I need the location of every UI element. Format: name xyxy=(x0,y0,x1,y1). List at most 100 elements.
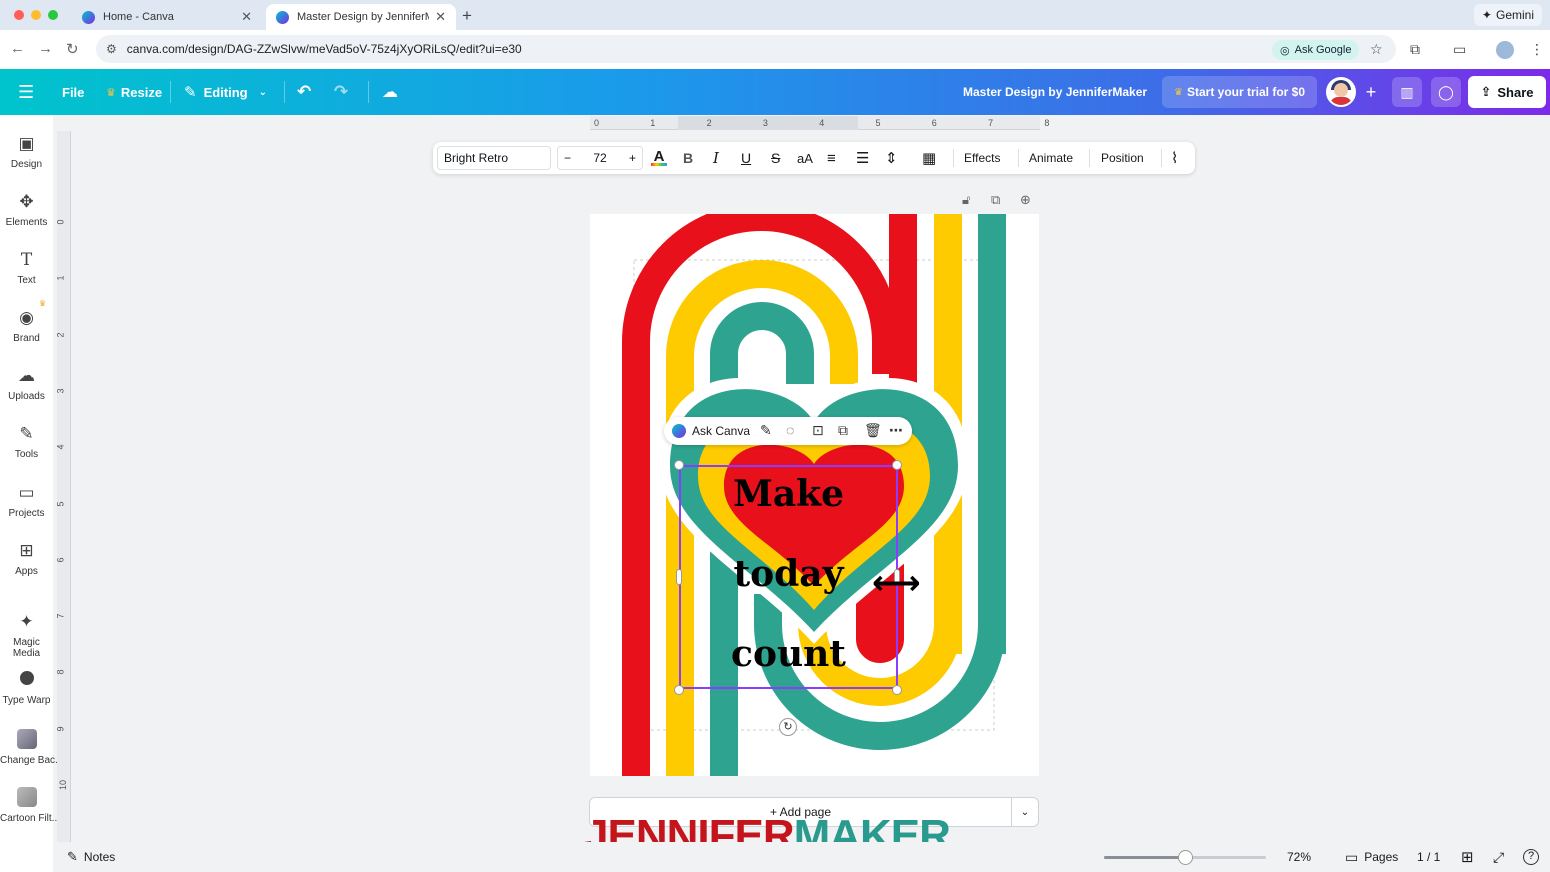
insights-chart-icon[interactable]: ▥ xyxy=(1392,77,1422,107)
add-page-dropdown[interactable]: ⌄ xyxy=(1011,797,1039,827)
list-icon[interactable]: ☰ xyxy=(856,142,869,174)
reload-icon[interactable]: ↻ xyxy=(66,40,79,58)
new-tab-button[interactable]: + xyxy=(462,6,472,26)
design-title[interactable]: Master Design by JenniferMaker xyxy=(963,69,1147,115)
cloud-saved-icon[interactable]: ☁ xyxy=(382,69,398,115)
browser-profile-avatar[interactable] xyxy=(1496,41,1514,59)
minimize-window-button[interactable] xyxy=(31,10,41,20)
ruler-tick: 7 xyxy=(988,118,994,128)
maximize-window-button[interactable] xyxy=(48,10,58,20)
duplicate-page-icon[interactable]: ⧉ xyxy=(991,192,1000,208)
text-selection-box[interactable] xyxy=(679,465,898,689)
redo-icon[interactable]: ↷ xyxy=(334,69,348,115)
decrease-font-size-button[interactable]: − xyxy=(564,151,571,165)
share-button[interactable]: ⇪ Share xyxy=(1468,76,1546,108)
ask-canva-button[interactable]: Ask Canva xyxy=(692,424,750,438)
font-family-dropdown[interactable]: Bright Retro xyxy=(437,146,551,170)
tab-title: Master Design by JenniferMa xyxy=(297,11,430,23)
canva-favicon-icon xyxy=(82,10,95,24)
add-page-icon[interactable]: ⊕ xyxy=(1020,192,1031,208)
sidebar-item-design[interactable]: ▣ Design xyxy=(0,133,53,170)
duplicate-icon[interactable]: ⧉ xyxy=(838,422,848,439)
sidebar-item-change-background[interactable]: Change Bac... xyxy=(0,729,63,766)
add-collaborator-icon[interactable]: + xyxy=(1356,77,1386,107)
lock-page-icon[interactable]: 🔓︎ xyxy=(962,192,970,208)
effects-button[interactable]: Effects xyxy=(964,142,1000,174)
site-settings-icon[interactable]: ⚙ xyxy=(106,42,117,56)
resize-handle-left[interactable] xyxy=(676,569,682,585)
comment-icon[interactable]: ◯ xyxy=(1431,77,1461,107)
browser-menu-icon[interactable]: ⋮ xyxy=(1530,41,1544,58)
copy-style-paint-roller-icon[interactable]: ⌇ xyxy=(1171,142,1178,174)
sidebar-item-text[interactable]: T Text xyxy=(0,249,53,286)
close-window-button[interactable] xyxy=(14,10,24,20)
strikethrough-icon[interactable]: S xyxy=(771,142,780,174)
letter-case-icon[interactable]: aA xyxy=(797,142,813,174)
browser-tab-design[interactable]: Master Design by JenniferMa ✕ xyxy=(266,4,456,30)
url-field[interactable]: ⚙ canva.com/design/DAG-ZZwSlvw/meVad5oV-… xyxy=(96,35,1396,63)
text-color-button[interactable]: A xyxy=(651,142,667,174)
page-counter[interactable]: 1 / 1 xyxy=(1417,842,1440,872)
trash-icon[interactable]: 🗑︎ xyxy=(864,422,882,439)
sidebar-item-apps[interactable]: ⊞ Apps xyxy=(0,540,53,577)
sidebar-item-projects[interactable]: ▭ Projects xyxy=(0,482,53,519)
bold-icon[interactable]: B xyxy=(683,142,693,174)
resize-handle-bottom-left[interactable] xyxy=(674,685,684,695)
start-trial-button[interactable]: ♛ Start your trial for $0 xyxy=(1162,76,1317,108)
grid-view-icon[interactable]: ⊞ xyxy=(1461,842,1474,872)
close-tab-icon[interactable]: ✕ xyxy=(435,9,446,25)
sidebar-item-tools[interactable]: ✎ Tools xyxy=(0,423,53,460)
ask-google-button[interactable]: ◎ Ask Google xyxy=(1272,40,1360,60)
left-ruler: 0 1 2 3 4 5 6 7 8 9 10 xyxy=(56,131,71,871)
animate-button[interactable]: Animate xyxy=(1029,142,1073,174)
rotate-handle-icon[interactable]: ↻ xyxy=(779,718,797,736)
divider xyxy=(1089,149,1090,167)
notes-button[interactable]: ✎ Notes xyxy=(67,842,115,872)
resize-handle-top-left[interactable] xyxy=(674,460,684,470)
forward-arrow-icon[interactable]: → xyxy=(38,40,53,57)
zoom-level[interactable]: 72% xyxy=(1287,842,1311,872)
undo-icon[interactable]: ↶ xyxy=(297,69,311,115)
zoom-slider[interactable] xyxy=(1104,850,1266,865)
extensions-icon[interactable]: ⧉ xyxy=(1410,41,1420,58)
increase-font-size-button[interactable]: + xyxy=(629,151,636,165)
resize-handle-top-right[interactable] xyxy=(892,460,902,470)
folder-icon: ▭ xyxy=(18,483,35,502)
fullscreen-icon[interactable]: ⤢ xyxy=(1493,842,1504,872)
back-arrow-icon[interactable]: ← xyxy=(10,40,25,57)
resize-button[interactable]: ♛ Resize xyxy=(106,69,162,115)
sidebar-item-brand[interactable]: ◉ Brand xyxy=(0,307,53,344)
comment-icon[interactable]: ◌ xyxy=(786,422,794,438)
sidebar-item-uploads[interactable]: ☁ Uploads xyxy=(0,365,53,402)
magic-edit-icon[interactable]: ✎ xyxy=(760,422,772,439)
sidebar-item-elements[interactable]: ✥ Elements xyxy=(0,191,53,228)
align-center-icon[interactable]: ≡ xyxy=(827,142,836,174)
underline-icon[interactable]: U xyxy=(741,142,751,174)
font-size-stepper: − 72 + xyxy=(557,146,643,170)
position-button[interactable]: Position xyxy=(1101,142,1144,174)
help-button[interactable]: ? xyxy=(1523,842,1539,872)
ruler-tick: 2 xyxy=(706,118,712,128)
zoom-slider-thumb[interactable] xyxy=(1178,850,1193,865)
gemini-button[interactable]: ✦ Gemini xyxy=(1473,4,1542,26)
browser-tab-home[interactable]: Home - Canva ✕ xyxy=(72,4,262,30)
transparency-icon[interactable]: ▦ xyxy=(922,142,936,174)
ruler-tick: 4 xyxy=(819,118,825,128)
main-menu-icon[interactable]: ☰ xyxy=(18,69,34,115)
editing-mode-dropdown[interactable]: ✎ Editing ⌄ xyxy=(184,69,267,115)
lock-icon[interactable]: ⊡ xyxy=(812,422,824,439)
font-size-value[interactable]: 72 xyxy=(593,151,606,165)
italic-icon[interactable]: I xyxy=(713,142,719,174)
user-avatar[interactable] xyxy=(1326,77,1356,107)
file-menu-button[interactable]: File xyxy=(62,69,84,115)
more-options-icon[interactable]: ⋯ xyxy=(889,422,903,439)
close-tab-icon[interactable]: ✕ xyxy=(241,9,252,25)
spacing-icon[interactable]: ⇕ xyxy=(885,142,898,174)
sidebar-item-cartoon-filter[interactable]: Cartoon Filt... xyxy=(0,787,60,824)
pages-button[interactable]: ▭ Pages xyxy=(1345,842,1398,872)
cast-icon[interactable]: ▭ xyxy=(1453,41,1466,58)
bookmark-star-icon[interactable]: ☆ xyxy=(1370,41,1383,58)
resize-handle-bottom-right[interactable] xyxy=(892,685,902,695)
sidebar-item-type-warp[interactable]: Type Warp xyxy=(0,671,53,706)
sidebar-item-magic-media[interactable]: ✦ Magic Media xyxy=(0,611,53,659)
